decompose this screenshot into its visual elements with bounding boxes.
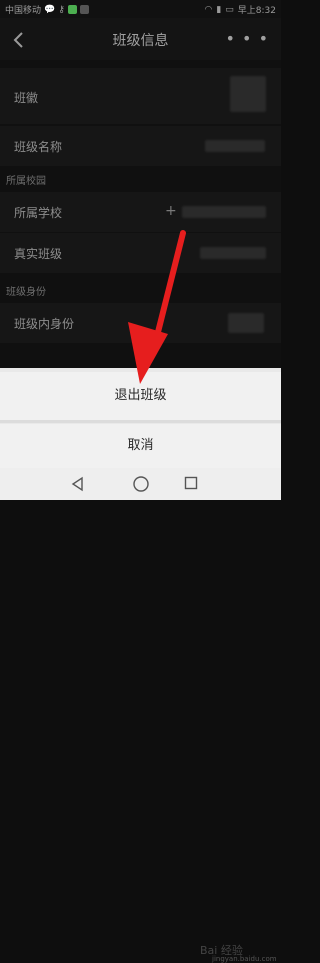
content-area: 班徽 班级名称 所属校园 所属学校 + 真实班级 班级身份 班级内身份 bbox=[0, 60, 281, 368]
row-label: 真实班级 bbox=[14, 247, 63, 261]
blurred-value bbox=[205, 140, 265, 152]
row-school[interactable]: 所属学校 + bbox=[0, 192, 281, 232]
system-nav-bar: Bai 经验 jingyan.baidu.com bbox=[0, 468, 281, 963]
status-bar: 中国移动 💬 ⚷ ◠ ▮ ▭ 早上8:32 bbox=[0, 0, 281, 18]
signal-icon: ▮ bbox=[216, 4, 222, 15]
row-label: 班级名称 bbox=[14, 140, 63, 154]
row-class-name[interactable]: 班级名称 bbox=[0, 126, 281, 166]
blurred-value bbox=[182, 206, 266, 218]
row-role[interactable]: 班级内身份 bbox=[0, 303, 281, 343]
plus-icon: + bbox=[165, 203, 177, 219]
home-circle-icon[interactable] bbox=[132, 475, 150, 493]
section-header: 班级身份 bbox=[6, 287, 46, 298]
battery-icon: ▭ bbox=[225, 4, 234, 15]
cancel-button[interactable]: 取消 bbox=[0, 424, 281, 468]
key-icon: ⚷ bbox=[58, 4, 65, 15]
row-label: 班级内身份 bbox=[14, 317, 75, 331]
carrier-label: 中国移动 bbox=[5, 6, 42, 16]
chat-bubble-icon: 💬 bbox=[44, 4, 56, 15]
wifi-icon: ◠ bbox=[204, 4, 213, 15]
nav-bar: 班级信息 • • • bbox=[0, 18, 281, 60]
back-triangle-icon[interactable] bbox=[70, 476, 86, 492]
row-real-class[interactable]: 真实班级 bbox=[0, 233, 281, 273]
action-sheet: 退出班级 取消 bbox=[0, 368, 281, 468]
more-options-icon[interactable]: • • • bbox=[226, 29, 269, 48]
app-icon bbox=[79, 5, 89, 14]
watermark-url: jingyan.baidu.com bbox=[212, 955, 277, 963]
row-label: 所属学校 bbox=[14, 206, 63, 220]
app-icon bbox=[67, 5, 77, 14]
badge-image bbox=[230, 76, 266, 112]
recents-square-icon[interactable] bbox=[184, 476, 198, 490]
blurred-value bbox=[200, 247, 266, 259]
section-header: 所属校园 bbox=[6, 176, 46, 187]
blurred-value bbox=[228, 313, 264, 333]
row-class-badge[interactable]: 班徽 bbox=[0, 68, 281, 124]
time-label: 早上8:32 bbox=[237, 6, 276, 16]
exit-class-button[interactable]: 退出班级 bbox=[0, 372, 281, 420]
sheet-divider bbox=[0, 420, 281, 423]
row-label: 班徽 bbox=[14, 91, 39, 105]
